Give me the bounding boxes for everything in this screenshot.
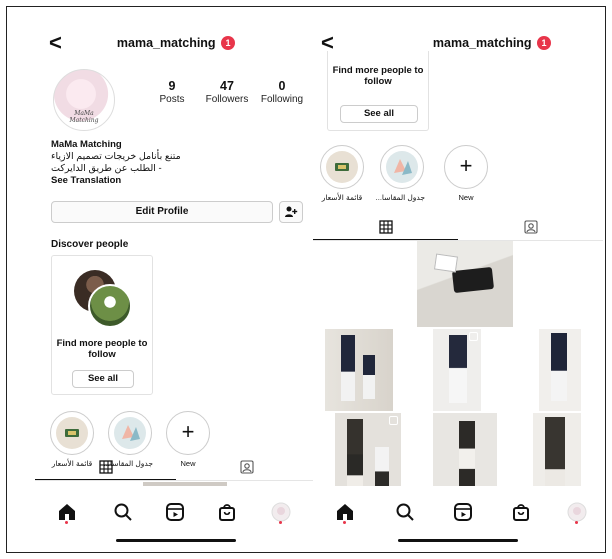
shop-icon[interactable]: [215, 500, 239, 524]
profile-tabs: [313, 213, 603, 241]
post-thumbnail[interactable]: [325, 329, 393, 411]
post-thumbnail[interactable]: [417, 241, 513, 327]
home-active-dot: [343, 521, 346, 524]
profile-notification-dot: [575, 521, 578, 524]
highlight-price-list[interactable]: قائمة الأسعار: [319, 145, 365, 202]
grid-icon: [98, 460, 113, 474]
profile-screen-right: < mama_matching 1 Find more people to fo…: [313, 27, 603, 552]
size-chart-icon: [114, 417, 146, 449]
avatar-logo-signature: MaMa Matching: [69, 110, 99, 124]
home-active-dot: [65, 521, 68, 524]
discover-card: Find more people to follow See all: [51, 255, 153, 395]
avatar[interactable]: MaMa Matching: [53, 69, 115, 131]
profile-notification-dot: [279, 521, 282, 524]
screenshot-frame: < mama_matching 1 MaMa Matching 9 Posts …: [6, 6, 606, 553]
tab-tagged[interactable]: [458, 213, 603, 240]
see-all-button[interactable]: See all: [340, 105, 418, 123]
post-thumbnail[interactable]: [539, 329, 581, 411]
home-indicator: [116, 539, 236, 542]
see-all-button[interactable]: See all: [72, 370, 134, 388]
home-indicator: [398, 539, 518, 542]
highlight-size-chart[interactable]: جدول المقاسا...: [376, 145, 425, 202]
price-list-icon: [326, 151, 358, 183]
profile-username: mama_matching 1: [35, 36, 317, 50]
bottom-nav: [313, 486, 603, 552]
find-more-people-text: Find more people to follow: [56, 338, 148, 360]
suggested-avatar-2: [88, 284, 132, 328]
edit-profile-button[interactable]: Edit Profile: [51, 201, 273, 223]
profile-screen-left: < mama_matching 1 MaMa Matching 9 Posts …: [35, 27, 317, 552]
tab-grid[interactable]: [35, 453, 176, 480]
discover-people-heading: Discover people: [51, 239, 129, 250]
notification-badge[interactable]: 1: [537, 36, 552, 50]
find-more-people-text: Find more people to follow: [332, 65, 424, 87]
price-list-icon: [56, 417, 88, 449]
top-bar: < mama_matching 1: [35, 27, 317, 59]
size-chart-icon: [386, 151, 418, 183]
grid-icon: [378, 220, 393, 234]
bio-line-1: متنع بأنامل خريجات تصميم الازياء: [51, 151, 181, 162]
profile-tabs: [35, 453, 317, 481]
plus-icon: +: [181, 419, 195, 444]
search-icon[interactable]: [393, 500, 417, 524]
stat-following[interactable]: 0 Following: [257, 79, 307, 105]
reels-icon[interactable]: [451, 500, 475, 524]
bottom-nav: [35, 486, 317, 552]
stat-posts[interactable]: 9 Posts: [147, 79, 197, 105]
bio-name: MaMa Matching: [51, 139, 122, 150]
bio-line-2: - الطلب عن طريق الدايركت: [51, 163, 162, 174]
highlight-new[interactable]: + New: [443, 145, 489, 202]
profile-stats: 9 Posts 47 Followers 0 Following: [147, 79, 307, 105]
tagged-icon: [239, 460, 254, 474]
shop-icon[interactable]: [509, 500, 533, 524]
tab-grid[interactable]: [313, 213, 458, 240]
notification-badge[interactable]: 1: [221, 36, 236, 50]
plus-icon: +: [459, 153, 473, 178]
story-highlights: قائمة الأسعار جدول المقاسا... + New: [319, 145, 489, 205]
suggested-profile-pictures: [74, 270, 132, 328]
username-text: mama_matching: [432, 36, 532, 50]
tab-tagged[interactable]: [176, 453, 317, 480]
username-text: mama_matching: [116, 36, 216, 50]
profile-bio: MaMa Matching متنع بأنامل خريجات تصميم ا…: [51, 139, 301, 187]
tagged-icon: [523, 220, 538, 234]
discover-card: Find more people to follow See all: [327, 51, 429, 131]
add-user-button[interactable]: [279, 201, 303, 223]
add-user-icon: [285, 206, 298, 217]
reels-icon[interactable]: [163, 500, 187, 524]
post-thumbnail[interactable]: [433, 329, 481, 411]
profile-username: mama_matching 1: [313, 36, 603, 50]
search-icon[interactable]: [111, 500, 135, 524]
see-translation-link[interactable]: See Translation: [51, 175, 301, 187]
stat-followers[interactable]: 47 Followers: [202, 79, 252, 105]
